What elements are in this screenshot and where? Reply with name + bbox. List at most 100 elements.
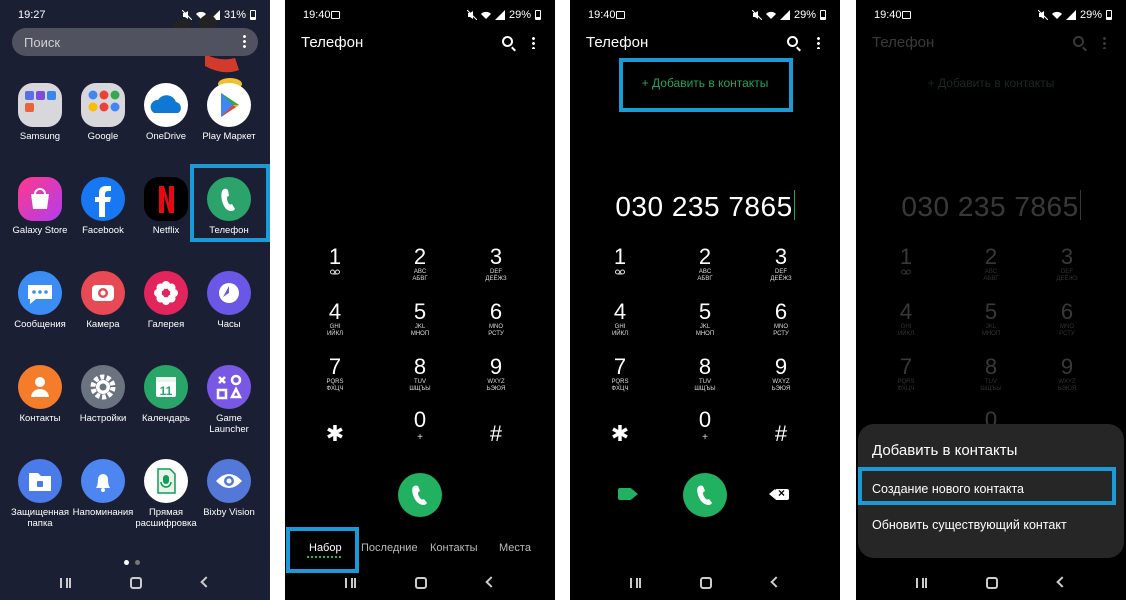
call-button[interactable] (398, 473, 442, 517)
app-reminders[interactable]: Напоминания (72, 459, 134, 518)
key-0[interactable]: 0 + (390, 408, 450, 444)
status-time: 19:40 (303, 9, 331, 21)
recent-apps-icon[interactable] (630, 578, 641, 588)
add-contact-highlight (619, 58, 793, 112)
app-settings[interactable]: Настройки (72, 365, 134, 424)
google-folder-icon (81, 83, 125, 127)
app-label: Камера (86, 319, 120, 330)
key-star[interactable]: ✱ (590, 422, 650, 446)
key-8[interactable]: 8 TUV ШЩЪЫ (390, 355, 450, 393)
back-icon[interactable] (770, 576, 782, 588)
nav-bar (0, 570, 270, 600)
play-store-icon (207, 83, 251, 127)
app-calendar[interactable]: 11 Календарь (135, 365, 197, 424)
backspace-icon[interactable] (769, 486, 789, 500)
galaxy-store-icon (18, 177, 62, 221)
app-google[interactable]: Google (72, 83, 134, 142)
key-9: 9 WXYZ ЬЭЮЯ (1057, 354, 1077, 393)
app-gallery[interactable]: Галерея (135, 271, 197, 330)
key-8[interactable]: 8 TUV ШЩЪЫ (675, 355, 735, 393)
key-7[interactable]: 7 PQRS ФХЦЧ (305, 355, 365, 393)
app-samsung[interactable]: Samsung (9, 83, 71, 142)
netflix-icon (144, 177, 188, 221)
key-6[interactable]: 6 MNO РСТУ (466, 300, 526, 338)
back-icon[interactable] (200, 576, 212, 588)
app-label: Часы (217, 319, 241, 330)
key-star[interactable]: ✱ (305, 422, 365, 446)
app-live-transcribe[interactable]: Прямая расшифровка (135, 459, 197, 529)
app-camera[interactable]: Камера (72, 271, 134, 330)
home-icon[interactable] (986, 577, 998, 589)
more-options-icon[interactable] (817, 36, 820, 49)
search-icon[interactable] (502, 36, 513, 47)
battery-icon (820, 10, 826, 20)
back-icon[interactable] (1056, 576, 1068, 588)
back-icon[interactable] (485, 576, 497, 588)
key-3[interactable]: 3 DEF ДЕЁЖЗ (466, 245, 526, 283)
home-icon[interactable] (700, 577, 712, 589)
facebook-icon (81, 177, 125, 221)
home-icon[interactable] (130, 577, 142, 589)
tab-contacts[interactable]: Контакты (430, 542, 478, 554)
key-hash[interactable]: # (466, 422, 526, 446)
gallery-icon (144, 271, 188, 315)
home-screen: 19:27 31% Поиск Samsung Google OneDrive … (0, 0, 270, 600)
search-bar[interactable]: Поиск (12, 28, 258, 56)
app-contacts[interactable]: Контакты (9, 365, 71, 424)
app-label: Facebook (82, 225, 124, 236)
app-secure-folder[interactable]: Защищенная папка (9, 459, 71, 529)
tab-recent[interactable]: Последние (361, 542, 418, 554)
key-4[interactable]: 4 GHI ИЙКЛ (305, 300, 365, 338)
app-label: Галерея (147, 319, 185, 330)
key-9[interactable]: 9 WXYZ ЬЭЮЯ (751, 355, 811, 393)
update-existing-contact-option[interactable]: Обновить существующий контакт (872, 518, 1067, 532)
app-label: Защищенная папка (10, 507, 70, 529)
status-time: 19:40 (588, 9, 616, 21)
secure-folder-icon (18, 459, 62, 503)
key-4[interactable]: 4 GHI ИЙКЛ (590, 300, 650, 338)
app-play-market[interactable]: Play Маркет (198, 83, 260, 142)
key-5[interactable]: 5 JKL МНОП (675, 300, 735, 338)
dialed-number: 030 235 7865 (901, 190, 1081, 222)
recent-apps-icon[interactable] (916, 578, 927, 588)
app-facebook[interactable]: Facebook (72, 177, 134, 236)
key-8: 8 TUV ШЩЪЫ (980, 354, 1002, 393)
key-7[interactable]: 7 PQRS ФХЦЧ (590, 355, 650, 393)
more-options-icon[interactable] (243, 34, 246, 49)
app-messages[interactable]: Сообщения (9, 271, 71, 330)
app-label: Play Маркет (202, 131, 256, 142)
wifi-icon (765, 10, 776, 20)
search-icon[interactable] (787, 36, 798, 47)
key-1[interactable]: 1 (590, 245, 650, 278)
call-button[interactable] (683, 473, 727, 517)
key-5[interactable]: 5 JKL МНОП (390, 300, 450, 338)
app-clock[interactable]: Часы (198, 271, 260, 330)
recent-apps-icon[interactable] (60, 578, 71, 588)
dial-tab-highlight (286, 527, 359, 573)
key-3[interactable]: 3 DEF ДЕЁЖЗ (751, 245, 811, 283)
key-2[interactable]: 2 ABC АБВГ (390, 245, 450, 283)
video-call-icon[interactable] (618, 488, 638, 500)
app-bixby-vision[interactable]: Bixby Vision (198, 459, 260, 518)
app-netflix[interactable]: Netflix (135, 177, 197, 236)
key-0[interactable]: 0 + (675, 408, 735, 444)
key-hash[interactable]: # (751, 422, 811, 446)
clock-icon (207, 271, 251, 315)
more-options-icon[interactable] (532, 36, 535, 49)
key-6[interactable]: 6 MNO РСТУ (751, 300, 811, 338)
tab-places[interactable]: Места (499, 542, 531, 554)
dialed-number[interactable]: 030 235 7865 (570, 190, 840, 223)
recent-apps-icon[interactable] (345, 578, 356, 588)
key-1[interactable]: 1 (305, 245, 365, 278)
game-launcher-icon (207, 365, 251, 409)
key-9[interactable]: 9 WXYZ ЬЭЮЯ (466, 355, 526, 393)
app-galaxy-store[interactable]: Galaxy Store (9, 177, 71, 236)
home-icon[interactable] (415, 577, 427, 589)
nav-bar (856, 570, 1126, 600)
live-transcribe-icon (144, 459, 188, 503)
signal-icon (494, 10, 505, 20)
app-game-launcher[interactable]: Game Launcher (198, 365, 260, 435)
key-2[interactable]: 2 ABC АБВГ (675, 245, 735, 283)
onedrive-icon (144, 83, 188, 127)
app-onedrive[interactable]: OneDrive (135, 83, 197, 142)
